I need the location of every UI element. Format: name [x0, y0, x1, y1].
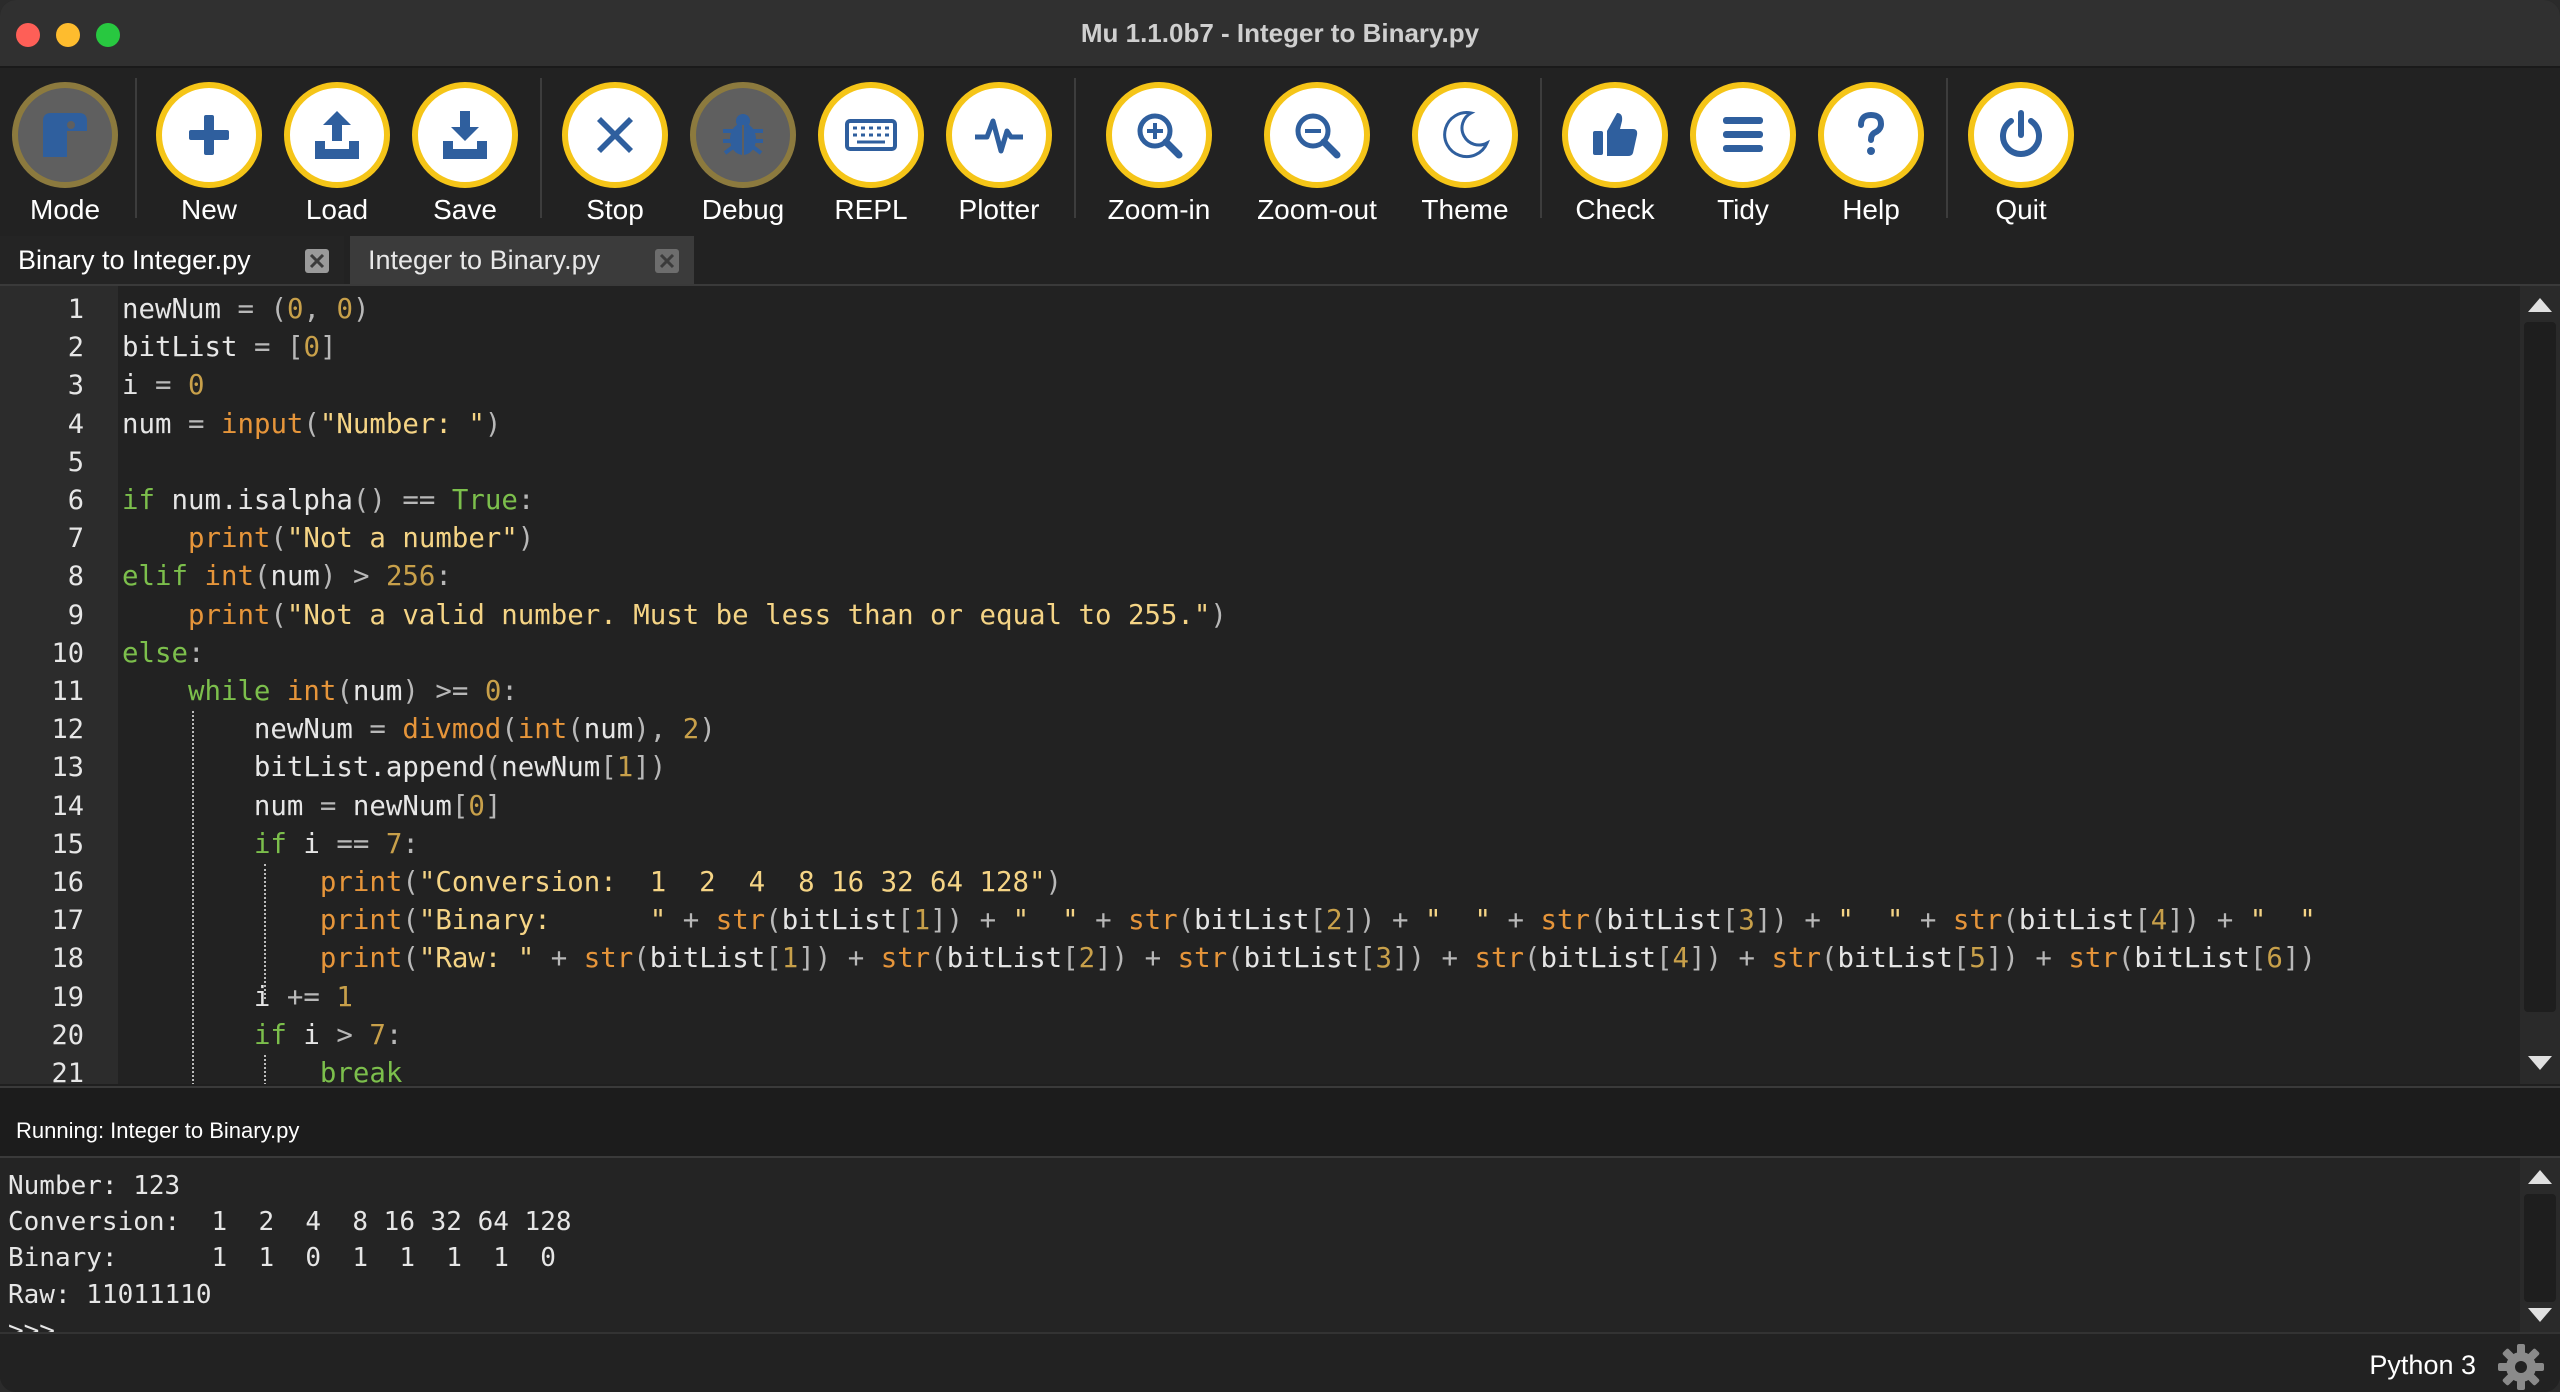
zoom-in-icon	[1106, 82, 1212, 188]
mode-button[interactable]: Mode	[0, 74, 130, 228]
close-icon	[562, 82, 668, 188]
output-line: Conversion: 1 2 4 8 16 32 64 128	[8, 1207, 572, 1238]
line-number: 18	[51, 943, 84, 975]
code-line[interactable]: print("Binary: " + str(bitList[1]) + " "…	[122, 902, 2316, 940]
code-line[interactable]: print("Not a valid number. Must be less …	[122, 597, 1227, 635]
line-number: 16	[51, 867, 84, 898]
help-button[interactable]: Help	[1806, 74, 1936, 228]
output-scroll-thumb[interactable]	[2524, 1194, 2556, 1302]
code-line[interactable]: i += 1	[122, 979, 353, 1017]
pulse-icon	[946, 82, 1052, 188]
gear-icon[interactable]	[2496, 1342, 2546, 1392]
plus-icon	[156, 82, 262, 188]
output-line: Binary: 1 1 0 1 1 1 1 0	[8, 1243, 556, 1274]
output-scrollbar[interactable]	[2520, 1158, 2560, 1334]
code-line[interactable]: num = newNum[0]	[122, 788, 501, 826]
toolbar: Mode New Load Save Stop Debug REPL Plott…	[0, 68, 2560, 232]
moon-icon	[1412, 82, 1518, 188]
code-line[interactable]: else:	[122, 635, 204, 673]
tab-close-icon[interactable]	[654, 248, 680, 274]
code-line[interactable]: bitList = [0]	[122, 329, 336, 367]
code-line[interactable]: newNum = divmod(int(num), 2)	[122, 711, 716, 749]
scroll-down-arrow-icon[interactable]	[2528, 1308, 2552, 1322]
mode-icon	[12, 82, 118, 188]
line-number-gutter: 1 2 3 4 5 6 7 8 9 10 11 12 13 14 15 16 17 18 19 20 21	[0, 286, 118, 1089]
line-number: 19	[51, 981, 84, 1013]
indent-guide	[192, 711, 195, 1084]
code-line[interactable]: newNum = (0, 0)	[122, 291, 369, 329]
line-number: 5	[67, 446, 84, 478]
output-line: >>>	[8, 1315, 55, 1334]
line-number: 2	[67, 332, 84, 364]
title-bar: Mu 1.1.0b7 - Integer to Binary.py	[0, 0, 2560, 68]
code-line[interactable]: print("Not a number")	[122, 520, 534, 558]
line-number: 12	[51, 714, 84, 746]
code-editor[interactable]: 1 2 3 4 5 6 7 8 9 10 11 12 13 14 15 16 17 18 19 20 21 newNum…	[0, 286, 2560, 1089]
upload-icon	[284, 82, 390, 188]
keyboard-icon	[818, 82, 924, 188]
line-number: 8	[67, 561, 84, 593]
output-pane[interactable]: Number: 123 Conversion: 1 2 4 8 16 32 64 …	[0, 1156, 2560, 1334]
tab-binary-to-integer[interactable]: Binary to Integer.py	[0, 236, 344, 284]
download-icon	[412, 82, 518, 188]
code-line[interactable]: bitList.append(newNum[1])	[122, 749, 666, 787]
mu-editor-window: Mu 1.1.0b7 - Integer to Binary.py Mode N…	[0, 0, 2560, 1392]
editor-scroll-thumb[interactable]	[2524, 322, 2556, 1012]
quit-button[interactable]: Quit	[1956, 74, 2086, 228]
line-number: 15	[51, 828, 84, 860]
line-number: 3	[67, 370, 84, 402]
line-number: 1	[67, 294, 84, 325]
lines-icon	[1690, 82, 1796, 188]
bug-icon	[690, 82, 796, 188]
indent-guide	[264, 864, 267, 999]
plotter-button[interactable]: Plotter	[934, 74, 1064, 228]
tab-integer-to-binary[interactable]: Integer to Binary.py	[350, 236, 694, 284]
line-number: 4	[67, 408, 84, 440]
scroll-down-arrow-icon[interactable]	[2528, 1056, 2552, 1070]
code-line[interactable]: i = 0	[122, 367, 204, 405]
code-line[interactable]: if i == 7:	[122, 826, 419, 864]
tab-label: Binary to Integer.py	[18, 245, 251, 275]
tab-bar: Binary to Integer.py Integer to Binary.p…	[0, 232, 2560, 286]
line-number: 6	[67, 485, 84, 516]
window-title: Mu 1.1.0b7 - Integer to Binary.py	[1080, 18, 1480, 48]
line-number: 14	[51, 790, 84, 822]
code-area[interactable]: newNum = (0, 0) bitList = [0] i = 0 num = i…	[122, 286, 2518, 1084]
zoom-in-button[interactable]: Zoom-in	[1094, 74, 1224, 228]
line-number: 10	[51, 637, 84, 669]
output-line: Raw: 11011110	[8, 1279, 212, 1310]
code-line[interactable]: print("Conversion: 1 2 4 8 16 32 64 128"…	[122, 864, 1062, 902]
code-line[interactable]: while int(num) >= 0:	[122, 673, 518, 711]
tab-label: Integer to Binary.py	[368, 245, 601, 275]
indent-guide	[264, 1055, 267, 1084]
status-bar: Python 3	[0, 1332, 2560, 1392]
power-icon	[1968, 82, 2074, 188]
zoom-out-button[interactable]: Zoom-out	[1252, 74, 1382, 228]
output-line: Number: 123	[8, 1171, 181, 1201]
code-line[interactable]: if i > 7:	[122, 1017, 402, 1055]
line-number: 9	[67, 599, 84, 631]
tab-close-icon[interactable]	[304, 248, 330, 274]
scroll-up-arrow-icon[interactable]	[2528, 298, 2552, 312]
output-pane-title: Running: Integer to Binary.py	[16, 1118, 300, 1143]
line-number: 11	[51, 676, 84, 707]
line-number: 7	[67, 523, 84, 555]
code-line[interactable]: print("Raw: " + str(bitList[1]) + str(bi…	[122, 940, 2316, 978]
save-button[interactable]: Save	[400, 74, 530, 228]
code-line[interactable]: if num.isalpha() == True:	[122, 482, 534, 520]
code-line[interactable]: num = input("Number: ")	[122, 406, 501, 444]
zoom-out-icon	[1264, 82, 1370, 188]
editor-scrollbar[interactable]	[2520, 286, 2560, 1084]
code-line[interactable]: break	[122, 1055, 402, 1084]
line-number: 17	[51, 905, 84, 937]
scroll-up-arrow-icon[interactable]	[2528, 1170, 2552, 1184]
line-number: 20	[51, 1019, 84, 1051]
code-line[interactable]: elif int(num) > 256:	[122, 558, 452, 596]
line-number: 13	[51, 752, 84, 784]
output-pane-header: Running: Integer to Binary.py	[0, 1086, 2560, 1158]
python-mode-label[interactable]: Python 3	[2369, 1350, 2476, 1381]
thumbs-up-icon	[1562, 82, 1668, 188]
theme-button[interactable]: Theme	[1400, 74, 1530, 228]
question-icon	[1818, 82, 1924, 188]
